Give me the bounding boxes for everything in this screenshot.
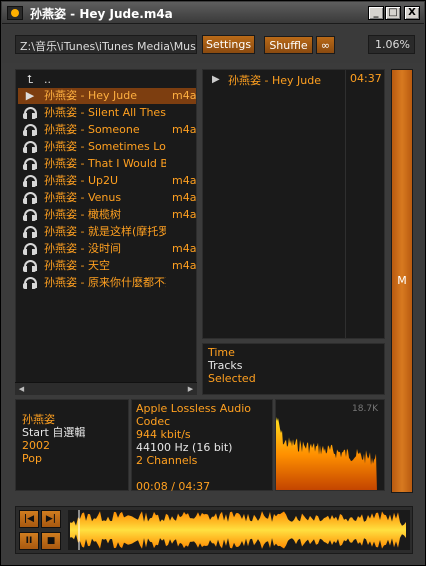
artist-name: 孙燕姿 [22, 413, 55, 426]
scroll-left-icon[interactable]: ◀ [16, 384, 27, 395]
audio-format-info: Apple Lossless Audio Codec 944 kbit/s 44… [131, 399, 273, 493]
headphones-icon [23, 124, 37, 136]
scroll-right-icon[interactable]: ▶ [185, 384, 196, 395]
shuffle-button[interactable]: Shuffle [264, 36, 313, 54]
channels-value: 2 Channels [136, 454, 198, 467]
stop-button[interactable]: ■ [41, 532, 61, 550]
maximize-button[interactable]: □ [385, 6, 401, 20]
playlist-item-format: m4a [172, 191, 197, 204]
track-genre: Pop [22, 452, 42, 465]
repeat-button[interactable]: ∞ [316, 36, 335, 54]
playlist-item[interactable]: 孙燕姿 - 就是这样(摩托罗拉I [18, 224, 196, 240]
track-metadata: 孙燕姿 Start 自選輯 2002 Pop [15, 399, 129, 491]
playlist-item[interactable]: ▶ 孙燕姿 - Hey Jude m4a [18, 88, 196, 104]
codec-name: Apple Lossless Audio Codec [136, 402, 251, 428]
playing-icon: ▶ [25, 89, 35, 102]
bitrate-value: 944 kbit/s [136, 428, 191, 441]
previous-track-button[interactable]: |◀ [19, 510, 39, 528]
progress-percent: 1.06% [368, 35, 415, 54]
playlist-item[interactable]: 孙燕姿 - 橄榄树 m4a [18, 207, 196, 223]
playlist-item[interactable]: 孙燕姿 - Venus m4a [18, 190, 196, 206]
waveform-fill [70, 511, 406, 549]
playlist-item-name: 孙燕姿 - 就是这样(摩托罗拉I [44, 225, 166, 238]
waveform-graph [70, 510, 406, 550]
playlist-item[interactable]: 孙燕姿 - 没时间 m4a [18, 241, 196, 257]
playlist-item-name: 孙燕姿 - Up2U [44, 174, 119, 187]
playlist-item-format: m4a [172, 123, 197, 136]
headphones-icon [23, 107, 37, 119]
playlist-item-name: 孙燕姿 - Hey Jude [44, 89, 137, 102]
pause-button[interactable]: II [19, 532, 39, 550]
playlist-item-name: 孙燕姿 - 没时间 [44, 242, 121, 255]
stats-panel: Time Tracks Selected [202, 343, 385, 395]
minimize-button[interactable]: _ [368, 6, 384, 20]
queue-track-duration: 04:37 [350, 72, 382, 85]
samplerate-value: 44100 Hz (16 bit) [136, 441, 233, 454]
headphones-icon [23, 192, 37, 204]
file-list[interactable]: ⮤ .. ▶ 孙燕姿 - Hey Jude m4a 孙燕姿 - Silent All … [15, 69, 197, 395]
selected-stat-label: Selected [208, 372, 256, 385]
playlist-item-name: 孙燕姿 - 天空 [44, 259, 110, 272]
playlist-item-name: 孙燕姿 - Venus [44, 191, 122, 204]
playlist-item-format: m4a [172, 174, 197, 187]
folder-path-field[interactable]: Z:\音乐\iTunes\iTunes Media\Music\ [15, 35, 197, 54]
window-title: 孙燕姿 - Hey Jude.m4a [30, 7, 173, 21]
tracks-stat-label: Tracks [208, 359, 243, 372]
playlist-item[interactable]: 孙燕姿 - Sometimes Love Just [18, 139, 196, 155]
headphones-icon [23, 277, 37, 289]
playback-position: 00:08 / 04:37 [136, 480, 211, 493]
playlist-item-name: 孙燕姿 - 原来你什麽都不要.r [44, 276, 166, 289]
headphones-icon [23, 260, 37, 272]
spectrum-analyzer: 18.7K [275, 399, 385, 491]
playlist-item[interactable]: 孙燕姿 - Someone m4a [18, 122, 196, 138]
track-year: 2002 [22, 439, 50, 452]
player-window: 孙燕姿 - Hey Jude.m4a _ □ X Z:\音乐\iTunes\iT… [0, 0, 426, 566]
headphones-icon [23, 175, 37, 187]
playlist-item[interactable]: 孙燕姿 - 天空 m4a [18, 258, 196, 274]
playlist-item-name: 孙燕姿 - Silent All These Years [44, 106, 166, 119]
file-list-scrollbar[interactable]: ◀ ▶ [15, 382, 197, 395]
app-icon [7, 6, 23, 20]
up-arrow-icon: ⮤ [26, 73, 34, 86]
playlist-item-format: m4a [172, 89, 197, 102]
spectrum-fill [276, 416, 377, 490]
title-bar[interactable]: 孙燕姿 - Hey Jude.m4a _ □ X [2, 2, 424, 24]
playlist-item-name: 孙燕姿 - 橄榄树 [44, 208, 121, 221]
playlist-item-format: m4a [172, 242, 197, 255]
parent-folder-label: .. [44, 73, 51, 86]
playlist-item[interactable]: 孙燕姿 - Up2U m4a [18, 173, 196, 189]
headphones-icon [23, 141, 37, 153]
volume-label: M [397, 274, 407, 287]
playlist-item-format: m4a [172, 259, 197, 272]
playlist-item-format: m4a [172, 208, 197, 221]
headphones-icon [23, 158, 37, 170]
headphones-icon [23, 243, 37, 255]
settings-button[interactable]: Settings [202, 35, 255, 54]
spectrum-freq-label: 18.7K [352, 404, 378, 414]
headphones-icon [23, 209, 37, 221]
queue-track-name[interactable]: 孙燕姿 - Hey Jude [228, 72, 321, 88]
play-indicator-icon: ▶ [212, 74, 220, 85]
album-name: Start 自選輯 [22, 426, 86, 439]
toolbar: Z:\音乐\iTunes\iTunes Media\Music\ Setting… [2, 25, 424, 63]
queue-column-divider [345, 70, 346, 338]
headphones-icon [23, 226, 37, 238]
playlist-item[interactable]: 孙燕姿 - That I Would Be Gooc [18, 156, 196, 172]
parent-folder-item[interactable]: ⮤ .. [18, 72, 196, 88]
volume-slider[interactable]: M [391, 69, 413, 493]
next-track-button[interactable]: ▶| [41, 510, 61, 528]
close-button[interactable]: X [404, 6, 420, 20]
waveform-seekbar[interactable] [68, 510, 410, 550]
now-playing-queue[interactable]: ▶ 孙燕姿 - Hey Jude 04:37 [202, 69, 385, 339]
playlist-item[interactable]: 孙燕姿 - 原来你什麽都不要.r [18, 275, 196, 291]
playlist-item-name: 孙燕姿 - Someone [44, 123, 140, 136]
time-stat-label: Time [208, 346, 235, 359]
transport-bar: |◀ ▶| II ■ [15, 506, 413, 554]
playlist-item-name: 孙燕姿 - That I Would Be Gooc [44, 157, 166, 170]
playlist-item[interactable]: 孙燕姿 - Silent All These Years [18, 105, 196, 121]
playlist-item-name: 孙燕姿 - Sometimes Love Just [44, 140, 166, 153]
